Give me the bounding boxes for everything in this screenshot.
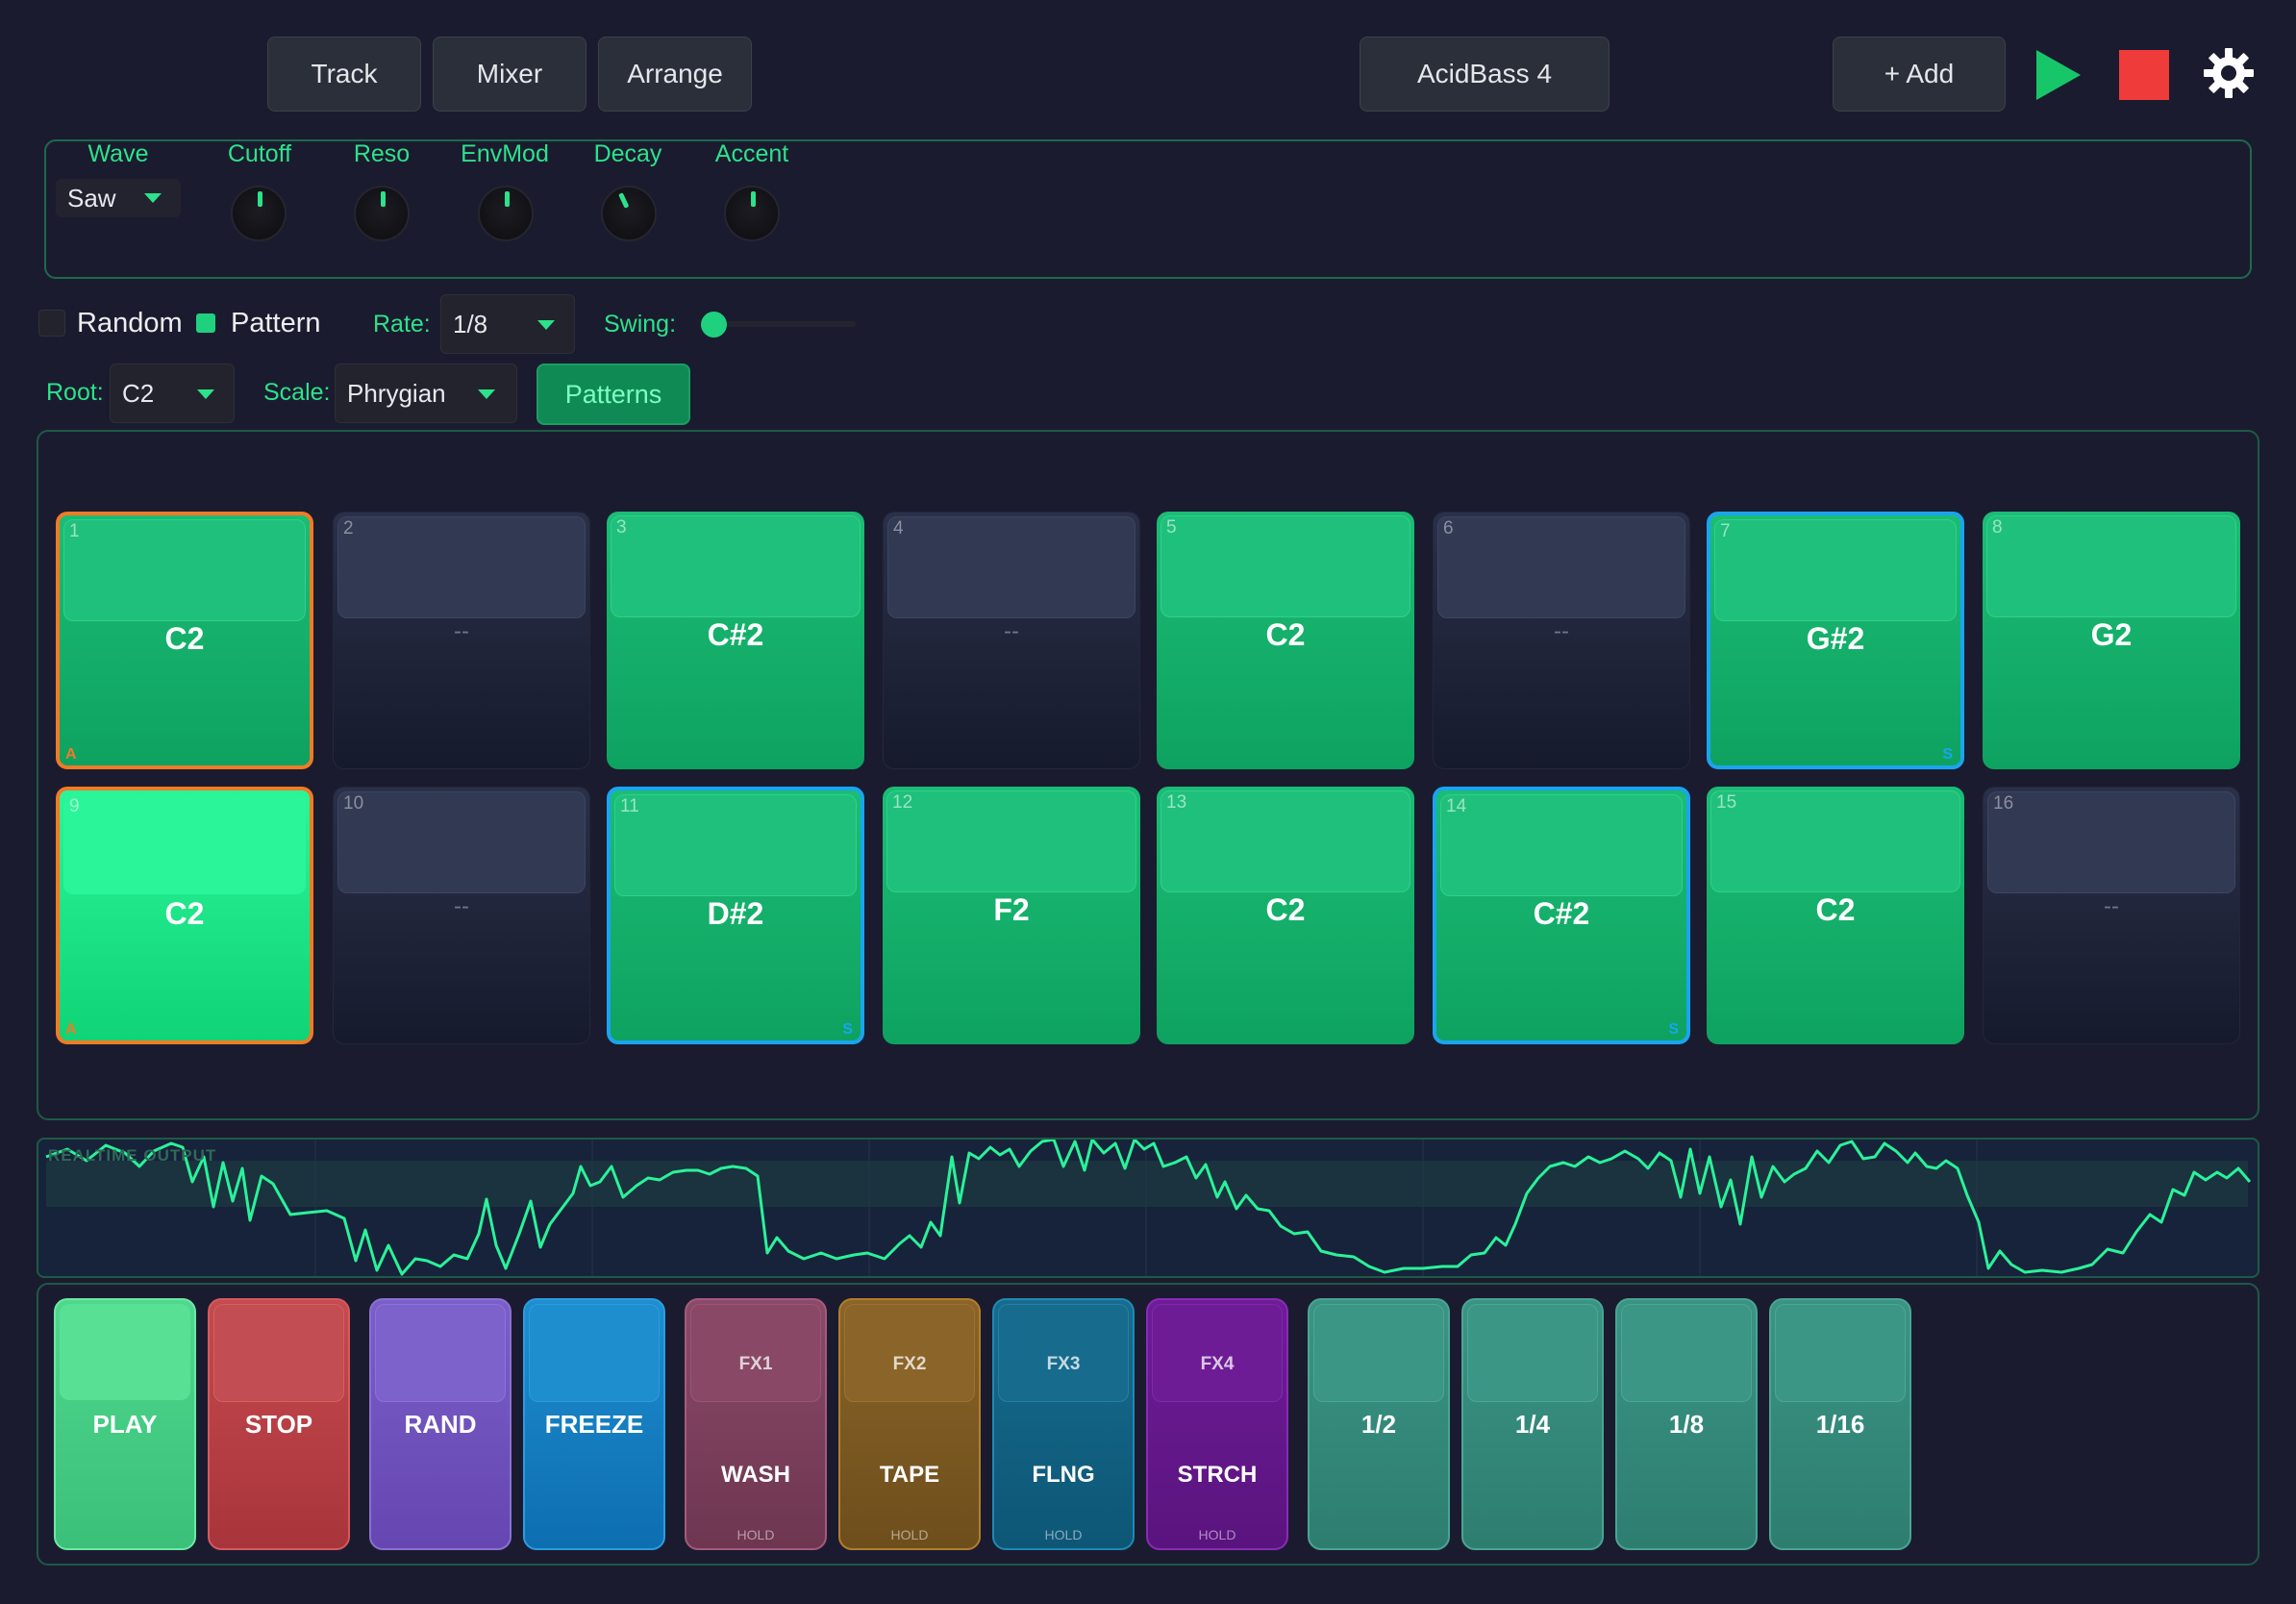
div-1-4-pad[interactable]: 1/4 xyxy=(1461,1298,1604,1550)
step-note: -- xyxy=(1004,618,1019,644)
step-pad[interactable]: 4 -- xyxy=(883,512,1140,769)
pattern-checkbox[interactable] xyxy=(192,310,219,337)
div-1-8-pad[interactable]: 1/8 xyxy=(1615,1298,1758,1550)
div-1-2-pad[interactable]: 1/2 xyxy=(1308,1298,1450,1550)
rate-label: Rate: xyxy=(373,311,431,338)
track-name-button[interactable]: AcidBass 4 xyxy=(1360,37,1610,112)
slide-flag: S xyxy=(842,1021,853,1038)
accent-label: Accent xyxy=(714,140,789,167)
step-note: C#2 xyxy=(707,617,764,652)
fx-tape-pad[interactable]: FX2 TAPE HOLD xyxy=(838,1298,981,1550)
fx-flng-pad[interactable]: FX3 FLNG HOLD xyxy=(992,1298,1135,1550)
step-pad[interactable]: 10 -- xyxy=(333,787,590,1044)
step-note: -- xyxy=(1554,618,1569,644)
step-note: C2 xyxy=(1265,617,1306,652)
tab-mixer[interactable]: Mixer xyxy=(433,37,586,112)
chevron-down-icon xyxy=(197,389,214,399)
step-pad[interactable]: 9 C2 A xyxy=(56,787,313,1044)
envmod-label: EnvMod xyxy=(461,140,549,167)
gear-icon[interactable] xyxy=(2202,46,2256,100)
step-pad[interactable]: 5 C2 xyxy=(1157,512,1414,769)
root-label: Root: xyxy=(46,379,104,406)
chevron-down-icon xyxy=(478,389,495,399)
stop-pad[interactable]: STOP xyxy=(208,1298,350,1550)
div-1-16-pad[interactable]: 1/16 xyxy=(1769,1298,1911,1550)
swing-slider-handle[interactable] xyxy=(701,312,727,338)
scale-select[interactable]: Phrygian xyxy=(335,363,517,423)
step-note: G#2 xyxy=(1806,621,1865,656)
step-pad[interactable]: 2 -- xyxy=(333,512,590,769)
step-pad[interactable]: 14 C#2 S xyxy=(1433,787,1690,1044)
step-note: -- xyxy=(454,893,469,919)
fx-wash-pad[interactable]: FX1 WASH HOLD xyxy=(685,1298,827,1550)
rate-value: 1/8 xyxy=(453,310,488,338)
reso-label: Reso xyxy=(353,140,411,167)
rand-pad[interactable]: RAND xyxy=(369,1298,512,1550)
cutoff-label: Cutoff xyxy=(227,140,292,167)
step-pad[interactable]: 8 G2 xyxy=(1983,512,2240,769)
step-pad[interactable]: 13 C2 xyxy=(1157,787,1414,1044)
realtime-output-scope xyxy=(37,1138,2259,1278)
decay-knob[interactable] xyxy=(601,186,657,241)
fx-strch-pad[interactable]: FX4 STRCH HOLD xyxy=(1146,1298,1288,1550)
step-note: F2 xyxy=(993,892,1030,927)
slide-flag: S xyxy=(1942,746,1953,763)
step-note: G2 xyxy=(2090,617,2133,652)
root-value: C2 xyxy=(122,379,155,408)
step-note: C2 xyxy=(164,621,205,656)
step-pad[interactable]: 1 C2 A xyxy=(56,512,313,769)
tab-track[interactable]: Track xyxy=(267,37,421,112)
step-pad[interactable]: 12 F2 xyxy=(883,787,1140,1044)
wave-label: Wave xyxy=(87,140,149,167)
pattern-label: Pattern xyxy=(231,308,321,338)
add-button[interactable]: + Add xyxy=(1833,37,2006,112)
scale-value: Phrygian xyxy=(347,379,446,408)
chevron-down-icon xyxy=(144,193,162,203)
slide-flag: S xyxy=(1668,1021,1679,1038)
step-note: C2 xyxy=(1265,892,1306,927)
accent-flag: A xyxy=(65,1021,77,1038)
swing-label: Swing: xyxy=(604,311,677,338)
patterns-button[interactable]: Patterns xyxy=(537,363,690,425)
chevron-down-icon xyxy=(537,320,555,330)
root-select[interactable]: C2 xyxy=(110,363,235,423)
wave-value: Saw xyxy=(67,184,116,213)
wave-select[interactable]: Saw xyxy=(56,179,181,217)
scale-label: Scale: xyxy=(263,379,331,406)
step-note: C#2 xyxy=(1533,896,1590,931)
waveform xyxy=(45,1140,2252,1276)
decay-label: Decay xyxy=(593,140,662,167)
scope-label: REALTIME OUTPUT xyxy=(48,1146,217,1165)
freeze-pad[interactable]: FREEZE xyxy=(523,1298,665,1550)
cutoff-knob[interactable] xyxy=(231,186,287,241)
step-pad[interactable]: 15 C2 xyxy=(1707,787,1964,1044)
random-checkbox[interactable] xyxy=(38,310,65,337)
step-note: D#2 xyxy=(707,896,764,931)
play-pad[interactable]: PLAY xyxy=(54,1298,196,1550)
step-note: C2 xyxy=(1815,892,1856,927)
accent-knob[interactable] xyxy=(724,186,780,241)
rate-select[interactable]: 1/8 xyxy=(440,294,575,354)
play-icon[interactable] xyxy=(2036,50,2081,100)
accent-flag: A xyxy=(65,746,77,763)
step-pad[interactable]: 7 G#2 S xyxy=(1707,512,1964,769)
step-pad[interactable]: 11 D#2 S xyxy=(607,787,864,1044)
step-pad[interactable]: 3 C#2 xyxy=(607,512,864,769)
step-note: -- xyxy=(454,618,469,644)
envmod-knob[interactable] xyxy=(478,186,534,241)
stop-icon[interactable] xyxy=(2119,50,2169,100)
step-pad[interactable]: 16 -- xyxy=(1983,787,2240,1044)
step-note: -- xyxy=(2104,893,2119,919)
step-note: C2 xyxy=(164,896,205,931)
random-label: Random xyxy=(77,308,183,338)
tab-arrange[interactable]: Arrange xyxy=(598,37,752,112)
reso-knob[interactable] xyxy=(354,186,410,241)
swing-slider-track[interactable] xyxy=(713,321,856,327)
step-pad[interactable]: 6 -- xyxy=(1433,512,1690,769)
